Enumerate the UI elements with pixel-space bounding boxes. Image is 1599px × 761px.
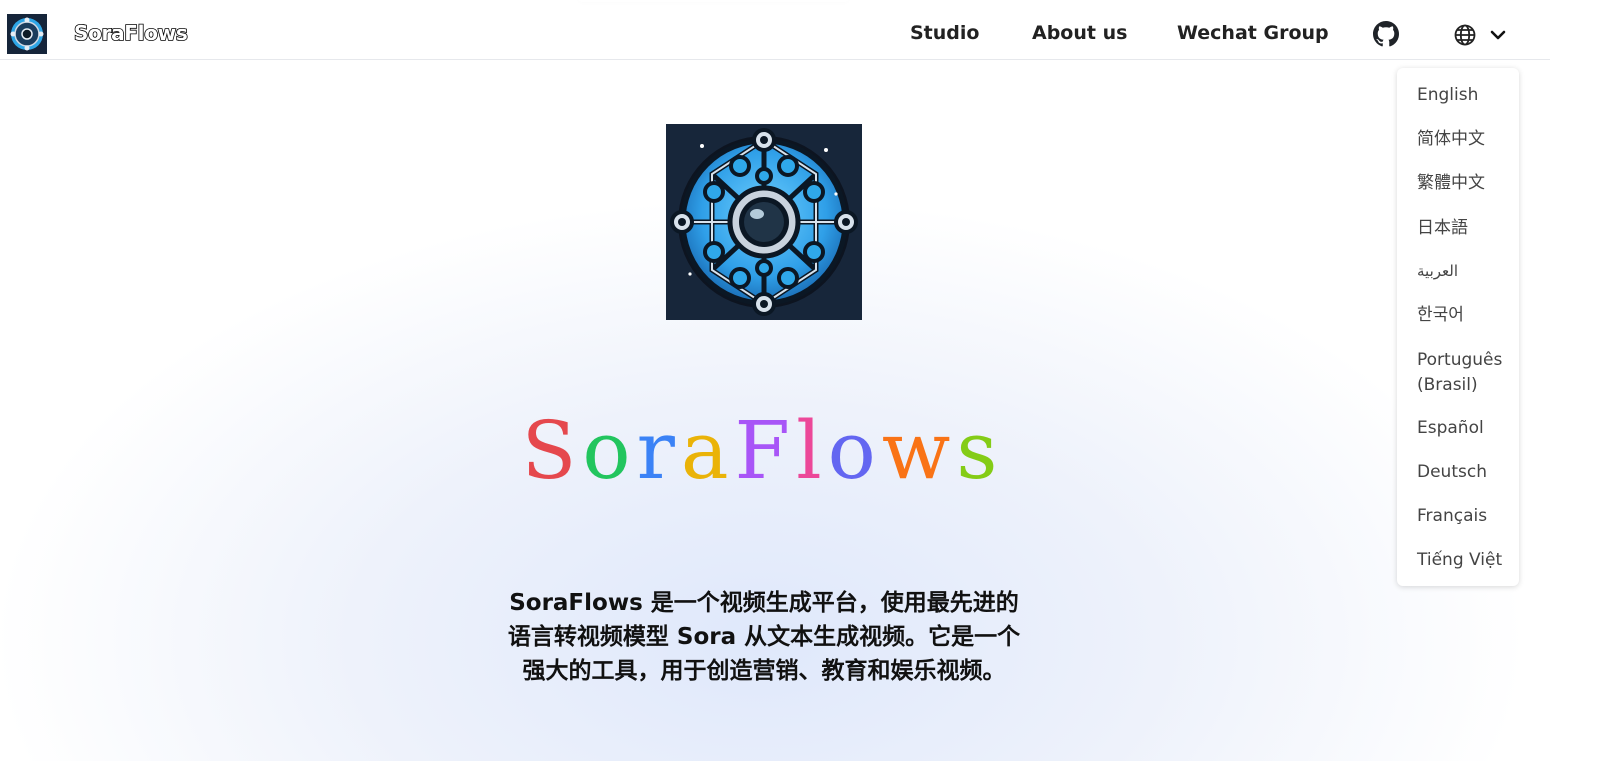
hero-title-letter: F — [734, 404, 797, 497]
language-dropdown-menu: English 简体中文 繁體中文 日本語 العربية 한국어 Portug… — [1397, 68, 1519, 586]
language-option-portuguese-brazil[interactable]: Português (Brasil) — [1417, 348, 1517, 398]
language-option-vietnamese[interactable]: Tiếng Việt — [1417, 548, 1517, 573]
language-switcher[interactable] — [1453, 22, 1508, 48]
hero-title-letter: s — [956, 404, 1004, 497]
language-option-french[interactable]: Français — [1417, 504, 1517, 529]
hero-title-letter: w — [881, 404, 957, 497]
github-icon[interactable] — [1373, 21, 1399, 47]
hero-title-letter: l — [796, 404, 828, 497]
language-option-simplified-chinese[interactable]: 简体中文 — [1417, 127, 1517, 152]
globe-icon — [1454, 24, 1476, 46]
hero-title-letter: o — [582, 404, 637, 497]
hero-title-letter: r — [636, 404, 681, 497]
language-option-japanese[interactable]: 日本語 — [1417, 216, 1517, 241]
hero-description: SoraFlows 是一个视频生成平台，使用最先进的语言转视频模型 Sora 从… — [507, 590, 1021, 684]
top-navigation-bar: SoraFlows Studio About us Wechat Group — [0, 0, 1550, 60]
hero-title-letter: S — [521, 404, 583, 497]
language-option-arabic[interactable]: العربية — [1417, 259, 1517, 284]
hero-title: SoraFlows — [0, 404, 1525, 497]
language-option-korean[interactable]: 한국어 — [1417, 303, 1517, 328]
language-option-traditional-chinese[interactable]: 繁體中文 — [1417, 171, 1517, 196]
chevron-down-icon — [1490, 30, 1506, 40]
language-option-english[interactable]: English — [1417, 83, 1517, 108]
brand-name[interactable]: SoraFlows — [73, 20, 188, 46]
nav-about-us[interactable]: About us — [1032, 22, 1127, 44]
hero-title-letter: o — [827, 404, 882, 497]
soraflows-logo-icon[interactable] — [7, 14, 47, 54]
nav-wechat-group[interactable]: Wechat Group — [1177, 22, 1329, 44]
hero-title-letter: a — [680, 404, 735, 497]
nav-studio[interactable]: Studio — [910, 22, 979, 44]
soraflows-hero-logo — [666, 124, 862, 320]
